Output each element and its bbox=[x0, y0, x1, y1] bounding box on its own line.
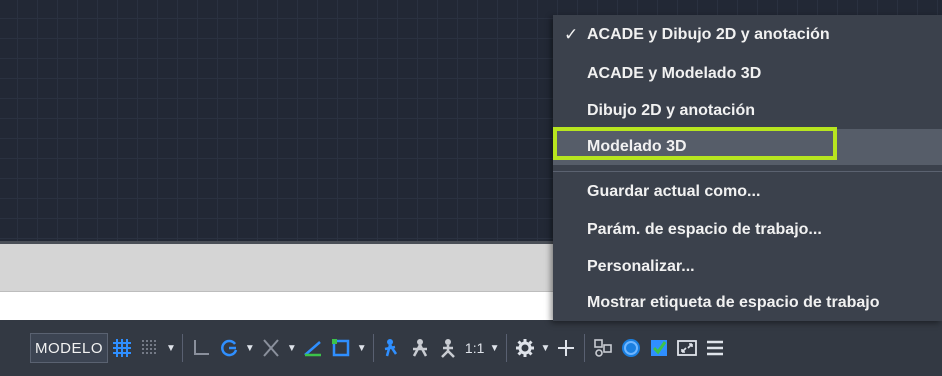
menu-item-2d-drawing[interactable]: Dibujo 2D y anotación bbox=[553, 93, 942, 129]
divider bbox=[372, 334, 374, 362]
menu-item-show-workspace-label[interactable]: Mostrar etiqueta de espacio de trabajo bbox=[553, 285, 942, 321]
menu-item-label: Dibujo 2D y anotación bbox=[587, 102, 756, 119]
highlight-annotation-box bbox=[553, 127, 837, 160]
menu-item-acade-3d[interactable]: ACADE y Modelado 3D bbox=[553, 56, 942, 92]
divider bbox=[181, 334, 183, 362]
menu-item-label: Mostrar etiqueta de espacio de trabajo bbox=[587, 294, 880, 311]
menu-item-label: Personalizar... bbox=[587, 258, 695, 275]
object-snap-tracking-icon[interactable] bbox=[299, 333, 327, 363]
annotation-scale-label[interactable]: 1:1 bbox=[462, 333, 488, 363]
workspace-switch-gear-icon[interactable] bbox=[511, 333, 539, 363]
object-snap-icon[interactable] bbox=[327, 333, 355, 363]
model-space-button[interactable]: MODELO bbox=[30, 333, 109, 363]
quick-properties-icon[interactable] bbox=[645, 333, 673, 363]
menu-item-label: Parám. de espacio de trabajo... bbox=[587, 221, 822, 238]
isometric-dropdown-chevron-icon[interactable]: ▼ bbox=[285, 343, 299, 354]
grid-icon[interactable] bbox=[108, 333, 136, 363]
snap-dropdown-chevron-icon[interactable]: ▼ bbox=[164, 343, 178, 354]
divider bbox=[584, 334, 586, 362]
isometric-drafting-icon[interactable] bbox=[257, 333, 285, 363]
workspace-dropdown-chevron-icon[interactable]: ▼ bbox=[539, 343, 553, 354]
object-snap-dropdown-chevron-icon[interactable]: ▼ bbox=[355, 343, 369, 354]
polar-dropdown-chevron-icon[interactable]: ▼ bbox=[243, 343, 257, 354]
menu-item-customize[interactable]: Personalizar... bbox=[553, 249, 942, 285]
polar-tracking-icon[interactable] bbox=[215, 333, 243, 363]
ortho-icon[interactable] bbox=[187, 333, 215, 363]
plus-icon[interactable] bbox=[552, 333, 580, 363]
status-bar: MODELO ▼ ▼ ▼ ▼ 1:1 ▼ ▼ bbox=[0, 320, 942, 376]
menu-item-save-as[interactable]: Guardar actual como... bbox=[553, 174, 942, 210]
menu-item-acade-2d[interactable]: ✓ ACADE y Dibujo 2D y anotación bbox=[553, 17, 942, 53]
menu-item-workspace-settings[interactable]: Parám. de espacio de trabajo... bbox=[553, 212, 942, 248]
annotation-scale-figure-icon[interactable] bbox=[434, 333, 462, 363]
hardware-acceleration-icon[interactable] bbox=[617, 333, 645, 363]
clean-screen-icon[interactable] bbox=[673, 333, 701, 363]
snap-mode-icon[interactable] bbox=[136, 333, 164, 363]
isolate-objects-icon[interactable] bbox=[589, 333, 617, 363]
divider bbox=[505, 334, 507, 362]
menu-item-label: Guardar actual como... bbox=[587, 183, 761, 200]
menu-item-label: ACADE y Modelado 3D bbox=[587, 65, 762, 82]
workspace-context-menu: ✓ ACADE y Dibujo 2D y anotación ACADE y … bbox=[553, 15, 942, 321]
annotation-visibility-icon[interactable] bbox=[378, 333, 406, 363]
annotation-scale-dropdown-chevron-icon[interactable]: ▼ bbox=[488, 343, 502, 354]
customization-menu-icon[interactable] bbox=[701, 333, 729, 363]
menu-item-label: ACADE y Dibujo 2D y anotación bbox=[587, 26, 830, 43]
menu-divider bbox=[553, 171, 942, 172]
auto-scale-icon[interactable] bbox=[406, 333, 434, 363]
checkmark-icon: ✓ bbox=[564, 25, 579, 44]
